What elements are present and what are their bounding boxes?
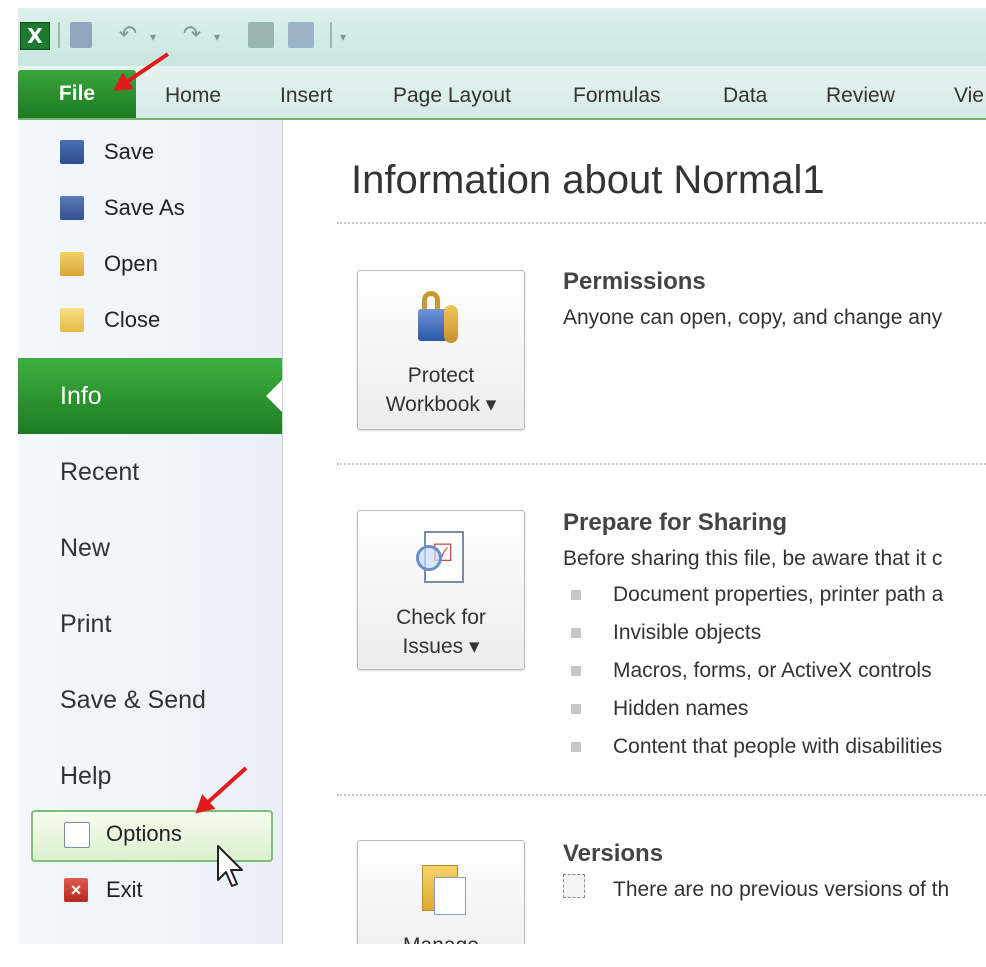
tab-formulas[interactable]: Formulas: [573, 74, 661, 118]
options-label: Options: [106, 821, 182, 846]
nav-tab-recent[interactable]: Recent: [18, 434, 282, 510]
save-as-icon: [60, 196, 84, 220]
nav-tab-new[interactable]: New: [18, 510, 282, 586]
nav-tab-print[interactable]: Print: [18, 586, 282, 662]
page-title: Information about Normal1: [351, 158, 825, 202]
lock-key-icon: [414, 291, 468, 345]
options-icon: [64, 822, 90, 848]
nav-tab-save-send-label: Save & Send: [60, 686, 206, 714]
nav-tab-print-label: Print: [60, 610, 112, 638]
redo-icon[interactable]: ↷: [180, 22, 204, 48]
sharing-heading: Prepare for Sharing: [563, 509, 788, 536]
protect-workbook-label-1: Protect: [407, 364, 475, 387]
save-as-label: Save As: [104, 195, 185, 220]
nav-tab-info-label: Info: [60, 382, 102, 410]
nav-tab-recent-label: Recent: [60, 458, 140, 486]
excel-window: X ↶ ▾ ↷ ▾ ▾ File Home Insert Page Layout…: [18, 8, 986, 944]
customize-toolbar-icon[interactable]: ▾: [340, 24, 352, 50]
document-versions-icon: [414, 861, 468, 915]
permissions-text: Anyone can open, copy, and change any: [563, 306, 943, 329]
active-tab-notch: [266, 380, 282, 412]
save-icon[interactable]: [70, 22, 92, 48]
section-divider: [337, 222, 986, 224]
protect-workbook-button[interactable]: Protect Workbook ▾: [357, 270, 525, 430]
open-folder-icon: [60, 252, 84, 276]
mouse-cursor-icon: [217, 845, 243, 887]
excel-logo-icon[interactable]: X: [20, 22, 50, 50]
permissions-heading: Permissions: [563, 268, 706, 295]
section-divider: [337, 463, 986, 465]
toolbar-separator: [58, 22, 60, 48]
tab-review[interactable]: Review: [826, 74, 895, 118]
close-folder-icon: [60, 308, 84, 332]
save-label: Save: [104, 139, 155, 164]
backstage-nav: Save Save As Open Close Info Recent New …: [18, 120, 283, 944]
manage-versions-button[interactable]: Manage: [357, 840, 525, 944]
ribbon-tabs: File Home Insert Page Layout Formulas Da…: [18, 66, 986, 120]
tab-data[interactable]: Data: [723, 74, 767, 118]
section-divider: [337, 794, 986, 796]
sharing-text: Before sharing this file, be aware that …: [563, 547, 943, 570]
versions-text: There are no previous versions of th: [613, 878, 950, 901]
tab-view[interactable]: Vie: [954, 74, 984, 118]
check-for-issues-label-1: Check for: [396, 606, 486, 629]
nav-tab-info[interactable]: Info: [18, 358, 282, 434]
open-label: Open: [104, 251, 158, 276]
protect-workbook-label-2: Workbook ▾: [385, 393, 497, 416]
nav-tab-new-label: New: [60, 534, 111, 562]
versions-heading: Versions: [563, 840, 664, 867]
check-for-issues-label-2: Issues ▾: [402, 635, 480, 658]
save-icon: [60, 140, 84, 164]
exit-icon: ×: [64, 878, 88, 902]
toolbar-separator: [330, 22, 332, 48]
nav-tab-help-label: Help: [60, 762, 112, 790]
nav-tab-help[interactable]: Help: [18, 738, 282, 814]
close-label: Close: [104, 307, 161, 332]
tab-home[interactable]: Home: [165, 74, 221, 118]
tab-page-layout[interactable]: Page Layout: [393, 74, 511, 118]
undo-dropdown-icon[interactable]: ▾: [150, 24, 162, 50]
check-for-issues-button[interactable]: Check for Issues ▾: [357, 510, 525, 670]
undo-icon[interactable]: ↶: [116, 22, 140, 48]
checklist-magnifier-icon: [414, 531, 468, 585]
nav-tab-save-send[interactable]: Save & Send: [18, 662, 282, 738]
tab-insert[interactable]: Insert: [280, 74, 333, 118]
no-versions-icon: [563, 874, 585, 898]
quick-print-icon[interactable]: [248, 22, 274, 48]
redo-dropdown-icon[interactable]: ▾: [214, 24, 226, 50]
info-panel: Information about Normal1 Protect Workbo…: [283, 120, 986, 944]
exit-label: Exit: [106, 877, 143, 902]
print-preview-icon[interactable]: [288, 22, 314, 48]
manage-versions-label: Manage: [358, 931, 524, 944]
